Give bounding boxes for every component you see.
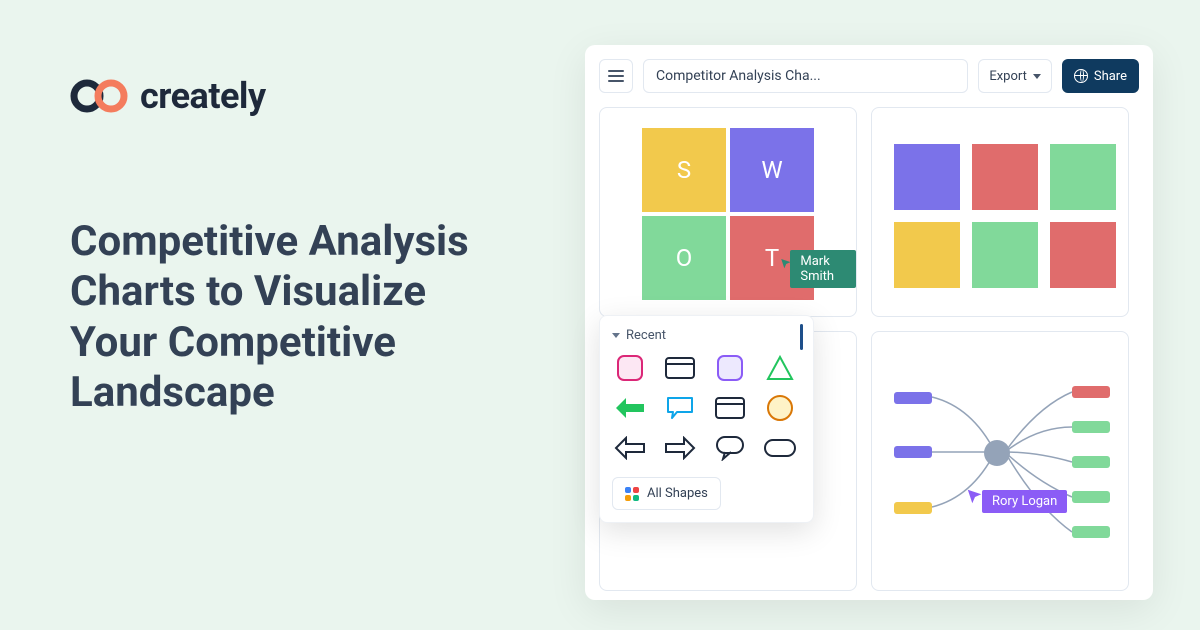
shape-triangle-icon[interactable] (762, 353, 798, 383)
export-label: Export (989, 69, 1027, 84)
shape-circle-icon[interactable] (762, 393, 798, 423)
collaborator-name: Rory Logan (982, 490, 1067, 513)
mindmap-node[interactable] (1072, 491, 1110, 503)
app-window: Competitor Analysis Cha... Export Share … (585, 45, 1153, 600)
shape-grid (612, 353, 801, 463)
swot-panel[interactable]: S W O T Mark Smith (599, 107, 857, 317)
app-toolbar: Competitor Analysis Cha... Export Share (599, 59, 1139, 93)
page-headline: Competitive Analysis Charts to Visualize… (70, 217, 510, 419)
mindmap-node[interactable] (894, 502, 932, 514)
shape-card-icon[interactable] (712, 393, 748, 423)
swot-s[interactable]: S (642, 128, 726, 212)
all-shapes-button[interactable]: All Shapes (612, 477, 721, 510)
document-title-text: Competitor Analysis Cha... (656, 68, 821, 84)
mindmap-node[interactable] (894, 446, 932, 458)
mindmap-node[interactable] (1072, 421, 1110, 433)
color-block[interactable] (1050, 144, 1116, 210)
all-shapes-label: All Shapes (647, 486, 708, 501)
color-block[interactable] (1050, 222, 1116, 288)
color-block[interactable] (894, 144, 960, 210)
mindmap-node[interactable] (1072, 456, 1110, 468)
shapes-panel[interactable]: Recent All Shapes (599, 315, 814, 523)
shape-speech-bubble-icon[interactable] (662, 393, 698, 423)
mindmap-center-node[interactable] (984, 440, 1010, 466)
shape-card-icon[interactable] (662, 353, 698, 383)
share-button[interactable]: Share (1062, 59, 1139, 93)
color-block[interactable] (972, 144, 1038, 210)
shape-pill-icon[interactable] (762, 433, 798, 463)
brand-logo: creately (70, 75, 510, 117)
mindmap-node[interactable] (1072, 386, 1110, 398)
chevron-down-icon (1033, 74, 1041, 79)
collaborator-cursor-mark: Mark Smith (780, 240, 856, 288)
color-grid-panel[interactable] (871, 107, 1129, 317)
export-button[interactable]: Export (978, 59, 1052, 93)
shapes-section-label: Recent (626, 328, 666, 343)
mindmap-node[interactable] (894, 392, 932, 404)
collaborator-name: Mark Smith (790, 250, 856, 288)
swot-w[interactable]: W (730, 128, 814, 212)
shape-arrow-right-outline-icon[interactable] (662, 433, 698, 463)
color-block[interactable] (972, 222, 1038, 288)
chevron-down-icon (612, 333, 620, 338)
brand-name: creately (140, 75, 266, 117)
shape-speech-bubble-icon[interactable] (712, 433, 748, 463)
color-block[interactable] (894, 222, 960, 288)
document-title[interactable]: Competitor Analysis Cha... (643, 59, 968, 93)
grid-icon (625, 487, 639, 501)
hamburger-icon (608, 70, 624, 82)
menu-button[interactable] (599, 59, 633, 93)
share-label: Share (1094, 69, 1127, 84)
swot-o[interactable]: O (642, 216, 726, 300)
shape-rounded-square-icon[interactable] (712, 353, 748, 383)
shapes-section-header[interactable]: Recent (612, 328, 801, 353)
shape-arrow-left-icon[interactable] (612, 393, 648, 423)
mindmap-panel[interactable]: Rory Logan (871, 331, 1129, 591)
globe-icon (1074, 69, 1088, 83)
mindmap-node[interactable] (1072, 526, 1110, 538)
shape-rounded-square-icon[interactable] (612, 353, 648, 383)
shape-arrow-left-outline-icon[interactable] (612, 433, 648, 463)
collaborator-cursor-rory: Rory Logan (966, 480, 1067, 513)
logo-icon (70, 79, 128, 113)
